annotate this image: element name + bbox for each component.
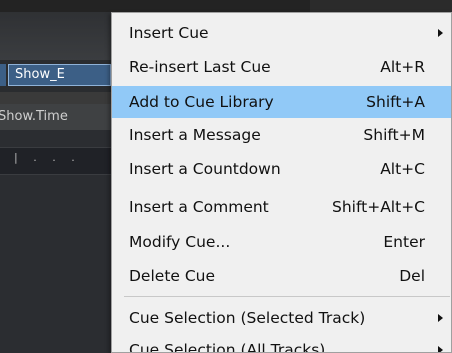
menu-item-label: Insert a Message: [129, 126, 261, 144]
ruler-ticks: | . . .: [14, 151, 81, 164]
menu-item-label: Insert a Comment: [129, 198, 269, 216]
menu-item-modify-cue[interactable]: Modify Cue... Enter: [112, 226, 451, 258]
menu-item-label: Insert a Countdown: [129, 160, 281, 178]
show-name-field[interactable]: Show_E: [8, 64, 111, 86]
menu-item-reinsert-last-cue[interactable]: Re-insert Last Cue Alt+R: [112, 51, 451, 83]
menu-item-shortcut: Shift+Alt+C: [331, 198, 425, 216]
menu-item-shortcut: Shift+M: [363, 126, 425, 144]
menu-item-cue-selection-all-tracks[interactable]: Cue Selection (All Tracks): [112, 334, 451, 353]
menu-item-label: Delete Cue: [129, 267, 216, 285]
menu-item-label: Add to Cue Library: [129, 93, 274, 111]
menu-item-shortcut: Alt+C: [380, 160, 425, 178]
menu-separator: [124, 296, 450, 297]
menu-item-insert-cue[interactable]: Insert Cue: [112, 17, 451, 49]
top-bar-segment: [310, 0, 452, 12]
submenu-arrow-icon: [438, 29, 443, 37]
show-time-label: Show.Time: [0, 104, 111, 130]
menu-item-shortcut: Del: [399, 267, 425, 285]
menu-item-cue-selection-selected-track[interactable]: Cue Selection (Selected Track): [112, 302, 451, 334]
menu-item-label: Modify Cue...: [129, 233, 231, 251]
menu-item-label: Cue Selection (All Tracks): [129, 341, 326, 353]
context-menu: Insert Cue Re-insert Last Cue Alt+R Add …: [111, 12, 452, 353]
menu-item-insert-comment[interactable]: Insert a Comment Shift+Alt+C: [112, 191, 451, 223]
menu-item-shortcut: Shift+A: [366, 93, 425, 111]
menu-item-label: Insert Cue: [129, 24, 209, 42]
field-left-edge: [0, 64, 6, 86]
submenu-arrow-icon: [438, 346, 443, 352]
menu-item-insert-message[interactable]: Insert a Message Shift+M: [112, 119, 451, 151]
menu-item-label: Cue Selection (Selected Track): [129, 309, 366, 327]
menu-item-insert-countdown[interactable]: Insert a Countdown Alt+C: [112, 153, 451, 185]
menu-item-add-to-cue-library[interactable]: Add to Cue Library Shift+A: [112, 86, 451, 118]
menu-item-shortcut: Alt+R: [380, 58, 425, 76]
menu-item-label: Re-insert Last Cue: [129, 58, 271, 76]
submenu-arrow-icon: [438, 314, 443, 322]
toolbar-panel: [0, 12, 111, 61]
menu-item-shortcut: Enter: [383, 233, 425, 251]
menu-item-delete-cue[interactable]: Delete Cue Del: [112, 260, 451, 292]
